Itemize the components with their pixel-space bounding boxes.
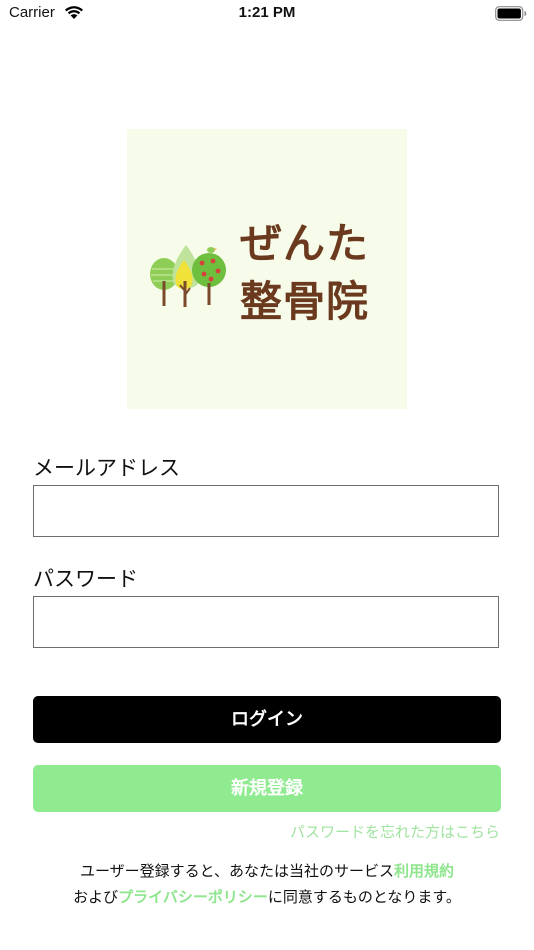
terms-line-1: ユーザー登録すると、あなたは当社のサービス利用規約 — [0, 858, 534, 884]
terms-middle: および — [73, 888, 119, 906]
logo-line-1: ぜんた — [240, 219, 370, 268]
status-bar: Carrier 1:21 PM — [0, 0, 534, 28]
terms-notice: ユーザー登録すると、あなたは当社のサービス利用規約 およびプライバシーポリシーに… — [0, 858, 534, 910]
forgot-password-link[interactable]: パスワードを忘れた方はこちら — [290, 821, 500, 842]
login-button[interactable]: ログイン — [33, 696, 501, 743]
trees-icon — [150, 245, 226, 307]
password-field[interactable] — [33, 596, 499, 648]
email-label: メールアドレス — [33, 456, 180, 480]
battery-icon — [495, 6, 527, 21]
email-field[interactable] — [33, 485, 499, 537]
logo-line-2: 整骨院 — [240, 277, 370, 326]
app-logo: ぜんた 整骨院 — [127, 129, 407, 409]
logo-text: ぜんた 整骨院 — [240, 215, 400, 331]
status-time: 1:21 PM — [238, 4, 296, 21]
password-label: パスワード — [33, 567, 138, 591]
terms-of-service-link[interactable]: 利用規約 — [394, 862, 454, 880]
privacy-policy-link[interactable]: プライバシーポリシー — [118, 888, 268, 906]
terms-line-2: およびプライバシーポリシーに同意するものとなります。 — [0, 884, 534, 910]
terms-prefix: ユーザー登録すると、あなたは当社のサービス — [79, 862, 395, 880]
terms-suffix: に同意するものとなります。 — [267, 888, 461, 906]
register-button[interactable]: 新規登録 — [33, 765, 501, 812]
